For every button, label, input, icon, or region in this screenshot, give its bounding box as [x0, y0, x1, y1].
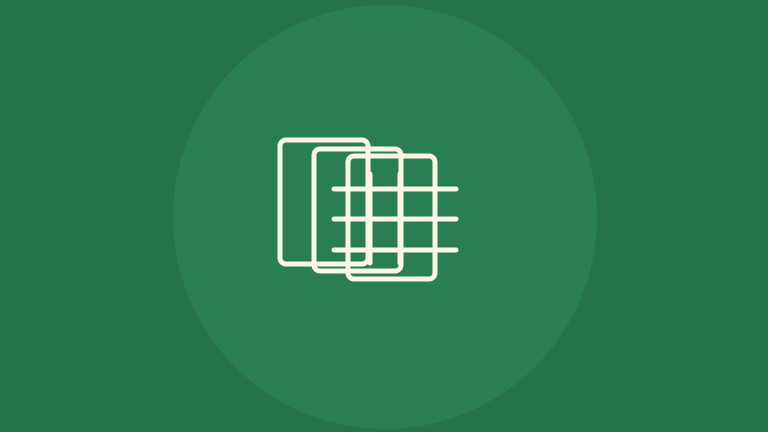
back-page-shape: [277, 137, 371, 267]
stacked-pages-grid-icon: [274, 134, 464, 286]
middle-page-shape: [311, 146, 404, 274]
splash-screen: [0, 0, 768, 432]
